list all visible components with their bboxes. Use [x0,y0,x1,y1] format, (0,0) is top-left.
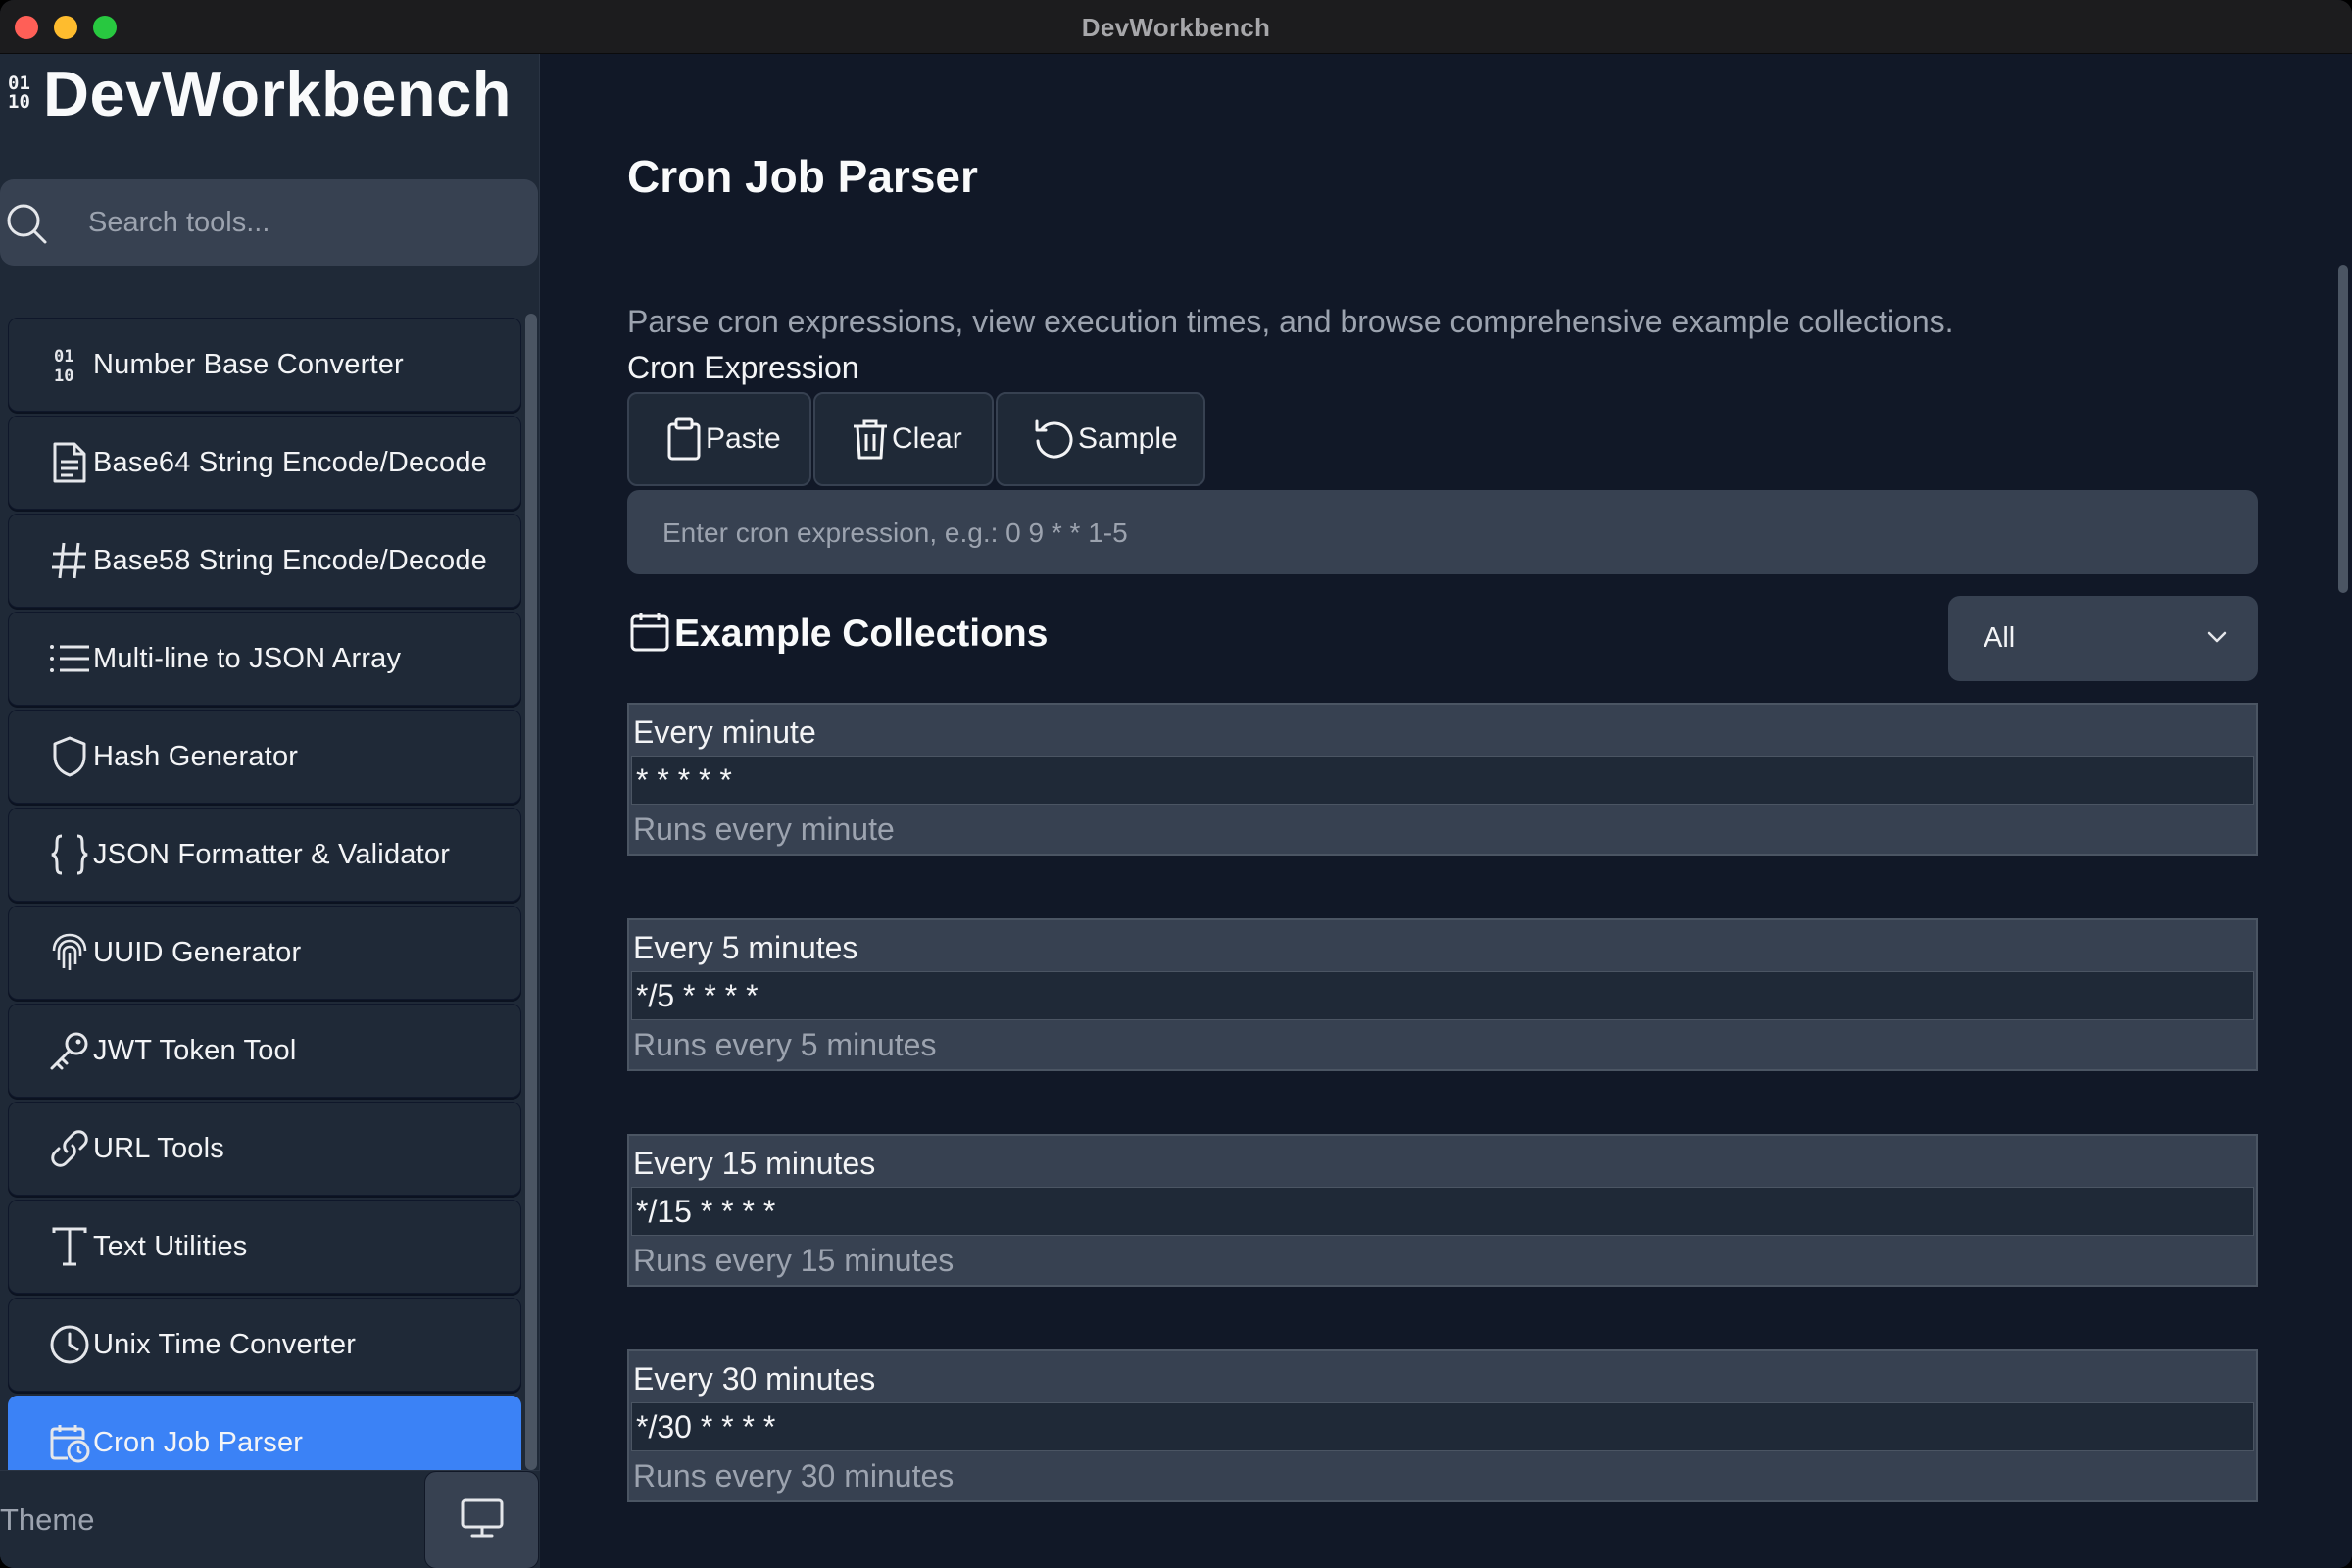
sidebar-item-unix-time-converter[interactable]: Unix Time Converter [8,1298,521,1392]
clipboard-icon [664,416,704,462]
sidebar-item-json-formatter[interactable]: JSON Formatter & Validator [8,808,521,902]
example-card[interactable]: Every 30 minutes */30 * * * * Runs every… [627,1349,2258,1502]
sidebar-item-label: Multi-line to JSON Array [93,642,402,674]
example-expression: */5 * * * * [631,971,2254,1020]
example-name: Every 30 minutes [633,1361,876,1396]
example-name: Every 5 minutes [633,930,858,965]
search-box[interactable]: Search tools... [0,179,538,266]
rotate-ccw-icon [1033,417,1076,461]
calendar-icon [629,610,670,658]
example-card[interactable]: Every minute * * * * * Runs every minute [627,703,2258,856]
trash-icon [851,416,890,462]
example-expression: */15 * * * * [631,1187,2254,1236]
calendar-clock-icon [48,1421,91,1464]
sidebar-item-label: Cron Job Parser [93,1426,304,1458]
sidebar-item-multiline-json[interactable]: Multi-line to JSON Array [8,612,521,706]
binary-logo-icon: 01 10 [8,73,30,113]
sidebar-item-base64[interactable]: Base64 String Encode/Decode [8,416,521,510]
sidebar-item-label: Base64 String Encode/Decode [93,446,487,478]
sidebar-item-uuid-generator[interactable]: UUID Generator [8,906,521,1000]
brand-name: DevWorkbench [43,57,512,129]
paste-button[interactable]: Paste [627,392,811,486]
main-content: Cron Job Parser Parse cron expressions, … [541,54,2352,1568]
example-expression: */30 * * * * [631,1402,2254,1451]
clock-icon [48,1323,91,1366]
theme-bar: Theme [0,1470,540,1568]
theme-toggle-button[interactable] [424,1471,539,1568]
sidebar-item-label: Base58 String Encode/Decode [93,544,487,576]
sidebar-item-label: Number Base Converter [93,348,404,380]
example-collections-header: Example Collections [629,610,1048,658]
sidebar-item-label: JSON Formatter & Validator [93,838,451,870]
page-description: Parse cron expressions, view execution t… [627,304,1954,339]
sidebar-item-base58[interactable]: Base58 String Encode/Decode [8,514,521,608]
collection-filter-select[interactable]: All [1948,596,2258,681]
list-icon [48,637,91,680]
sidebar-item-url-tools[interactable]: URL Tools [8,1102,521,1196]
sidebar-item-label: UUID Generator [93,936,302,968]
svg-text:10: 10 [54,367,74,384]
collection-filter-value: All [1984,622,2016,654]
cron-expression-label: Cron Expression [627,350,859,385]
svg-text:01: 01 [54,347,74,367]
shield-icon [48,735,91,778]
search-icon [4,201,49,251]
paste-label: Paste [706,422,781,455]
title-bar: DevWorkbench [0,0,2352,54]
fingerprint-icon [48,931,91,974]
main-scrollbar[interactable] [2338,265,2348,593]
sidebar-item-label: Unix Time Converter [93,1328,357,1360]
sidebar-item-label: Hash Generator [93,740,299,772]
example-card[interactable]: Every 15 minutes */15 * * * * Runs every… [627,1134,2258,1287]
text-icon [48,1225,91,1268]
example-name: Every 15 minutes [633,1146,876,1181]
sample-label: Sample [1078,422,1178,455]
brand: 01 10 DevWorkbench [8,54,512,132]
window-title: DevWorkbench [1081,13,1271,42]
example-description: Runs every 5 minutes [633,1027,937,1062]
clear-label: Clear [892,422,962,455]
example-description: Runs every 30 minutes [633,1458,955,1494]
braces-icon [48,833,91,876]
sidebar-item-jwt-token-tool[interactable]: JWT Token Tool [8,1004,521,1098]
sidebar-item-label: JWT Token Tool [93,1034,297,1066]
example-description: Runs every minute [633,811,895,847]
chevron-down-icon [2205,625,2229,654]
cron-input-placeholder: Enter cron expression, e.g.: 0 9 * * 1-5 [662,517,1128,548]
example-expression: * * * * * [631,756,2254,805]
sidebar-item-label: URL Tools [93,1132,224,1164]
theme-label: Theme [0,1502,95,1537]
binary-icon: 01 10 [48,343,91,386]
sidebar-scrollbar[interactable] [525,314,537,1470]
search-input[interactable]: Search tools... [88,207,270,239]
key-icon [48,1029,91,1072]
sidebar-item-hash-generator[interactable]: Hash Generator [8,710,521,804]
example-description: Runs every 15 minutes [633,1243,955,1278]
example-name: Every minute [633,714,816,750]
clear-button[interactable]: Clear [813,392,994,486]
sample-button[interactable]: Sample [996,392,1205,486]
page-title: Cron Job Parser [627,151,978,202]
sidebar-item-text-utilities[interactable]: Text Utilities [8,1200,521,1294]
link-icon [48,1127,91,1170]
hash-icon [48,539,91,582]
document-icon [48,441,91,484]
sidebar-item-label: Text Utilities [93,1230,248,1262]
app-window: DevWorkbench 01 10 DevWorkbench Search to… [0,0,2352,1568]
sidebar-item-number-base-converter[interactable]: 01 10 Number Base Converter [8,318,521,412]
monitor-icon [460,1497,505,1544]
cron-expression-input[interactable]: Enter cron expression, e.g.: 0 9 * * 1-5 [627,490,2258,574]
example-card[interactable]: Every 5 minutes */5 * * * * Runs every 5… [627,918,2258,1071]
example-collections-title: Example Collections [674,612,1049,655]
